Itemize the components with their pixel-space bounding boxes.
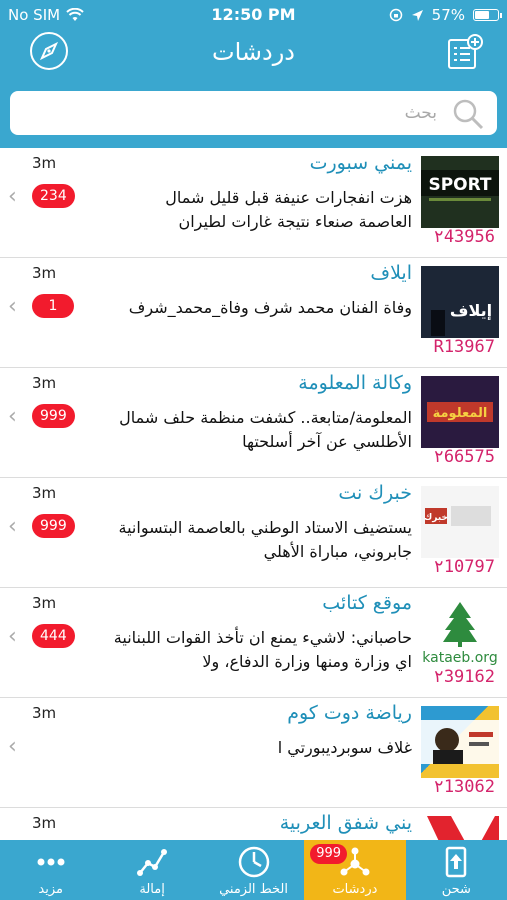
add-list-icon — [448, 34, 483, 69]
status-bar: No SIM 12:50 PM 57% — [0, 0, 507, 30]
tab-label: الخط الزمني — [219, 882, 288, 897]
tab-label: إمالة — [139, 882, 165, 897]
search-icon[interactable] — [451, 97, 485, 131]
chart-line-icon — [137, 849, 168, 876]
chevron-left-icon: ‹ — [8, 624, 17, 649]
chat-preview: المعلومة/متابعة.. كشفت منظمة حلف شمال ال… — [119, 408, 412, 451]
thumb-text: المعلومة — [433, 406, 488, 421]
search-input[interactable] — [20, 97, 437, 129]
tab-label: شحن — [441, 882, 471, 897]
chat-name: خبرك نت — [338, 482, 412, 504]
chat-name: موقع كتائب — [322, 592, 412, 614]
tab-label: دردشات — [332, 882, 378, 897]
chat-preview: يستضيف الاستاد الوطني بالعاصمة البتسواني… — [118, 518, 412, 561]
chat-thumbnail — [421, 706, 499, 778]
clock-icon — [238, 846, 269, 878]
tab-label: مزيد — [38, 882, 63, 897]
unread-badge: 1 — [32, 294, 74, 318]
chat-item[interactable]: ٢13062 رياضة دوت كوم غلاف سوبرديبورتي ا … — [0, 698, 507, 808]
chevron-left-icon: ‹ — [8, 294, 17, 319]
thumb-text: إيلاف — [450, 301, 492, 320]
chevron-left-icon: ‹ — [8, 404, 17, 429]
subscriber-count: R13967 — [433, 337, 495, 357]
chat-thumbnail: kataeb.org — [421, 596, 499, 668]
chat-item[interactable]: المعلومة ٢66575 وكالة المعلومة المعلومة/… — [0, 368, 507, 478]
chevron-left-icon: ‹ — [8, 184, 17, 209]
tab-trending[interactable]: إمالة — [101, 840, 202, 900]
chat-time: 3m — [32, 594, 57, 612]
chat-item[interactable]: إيلاف R13967 ايلاف وفاة الفنان محمد شرف … — [0, 258, 507, 368]
chevron-left-icon: ‹ — [8, 734, 17, 759]
chat-thumbnail: SPORT — [421, 156, 499, 228]
subscriber-count: ٢43956 — [433, 227, 495, 247]
subscriber-count: ٢39162 — [433, 667, 495, 687]
chat-preview: وفاة الفنان محمد شرف وفاة_محمد_شرف — [128, 298, 412, 317]
page-title: دردشات — [212, 38, 295, 66]
chat-item[interactable]: يني شفق العربية 3m — [0, 808, 507, 840]
chat-time: 3m — [32, 814, 57, 832]
chat-time: 3m — [32, 704, 57, 722]
chat-thumbnail — [421, 816, 499, 840]
tab-more[interactable]: مزيد — [0, 840, 101, 900]
subscriber-count: ٢13062 — [433, 777, 495, 797]
chat-thumbnail: إيلاف — [421, 266, 499, 338]
chat-item[interactable]: SPORT ٢43956 يمني سبورت هزت انفجارات عني… — [0, 148, 507, 258]
chat-time: 3m — [32, 154, 57, 172]
chat-thumbnail: خبرك — [421, 486, 499, 558]
chat-name: رياضة دوت كوم — [287, 702, 412, 724]
subscriber-count: ٢10797 — [433, 557, 495, 577]
tab-bar: مزيد إمالة الخط الزمني 999 دردشات شحن — [0, 840, 507, 900]
chat-name: يني شفق العربية — [279, 812, 412, 834]
thumb-text: SPORT — [428, 175, 491, 195]
chat-name: ايلاف — [370, 262, 412, 284]
chat-preview: هزت انفجارات عنيفة قبل قليل شمال العاصمة… — [165, 188, 412, 231]
tab-chats[interactable]: 999 دردشات — [304, 840, 406, 900]
chat-name: وكالة المعلومة — [298, 372, 412, 394]
battery-icon — [473, 9, 502, 21]
chat-preview: غلاف سوبرديبورتي ا — [277, 738, 412, 757]
chat-thumbnail: المعلومة — [421, 376, 499, 448]
unread-badge: 999 — [32, 404, 75, 428]
unread-badge: 234 — [32, 184, 75, 208]
tab-badge: 999 — [310, 844, 348, 864]
chat-time: 3m — [32, 264, 57, 282]
chevron-left-icon: ‹ — [8, 514, 17, 539]
chat-item[interactable]: خبرك ٢10797 خبرك نت يستضيف الاستاد الوطن… — [0, 478, 507, 588]
chat-item[interactable]: kataeb.org ٢39162 موقع كتائب حاصباني: لا… — [0, 588, 507, 698]
upload-phone-icon — [446, 846, 467, 878]
location-arrow-icon — [411, 9, 423, 21]
search-bar — [0, 78, 507, 148]
thumb-text: kataeb.org — [422, 650, 497, 666]
new-list-button[interactable] — [447, 34, 483, 69]
app-header: دردشات — [0, 30, 507, 78]
tab-timeline[interactable]: الخط الزمني — [203, 840, 304, 900]
unread-badge: 999 — [32, 514, 75, 538]
tab-charge[interactable]: شحن — [406, 840, 507, 900]
chat-time: 3m — [32, 374, 57, 392]
rotation-lock-icon — [389, 8, 402, 22]
search-box[interactable] — [10, 91, 497, 135]
chat-list[interactable]: SPORT ٢43956 يمني سبورت هزت انفجارات عني… — [0, 148, 507, 840]
chat-time: 3m — [32, 484, 57, 502]
unread-badge: 444 — [32, 624, 75, 648]
battery-fill — [475, 11, 489, 19]
subscriber-count: ٢66575 — [433, 447, 495, 467]
chat-preview: حاصباني: لاشيء يمنع ان تأخذ القوات اللبن… — [113, 628, 412, 671]
more-dots-icon — [37, 858, 65, 866]
thumb-text: خبرك — [424, 513, 448, 523]
chat-name: يمني سبورت — [309, 152, 412, 174]
status-right: 57% — [389, 6, 502, 24]
battery-percent: 57% — [431, 6, 465, 24]
